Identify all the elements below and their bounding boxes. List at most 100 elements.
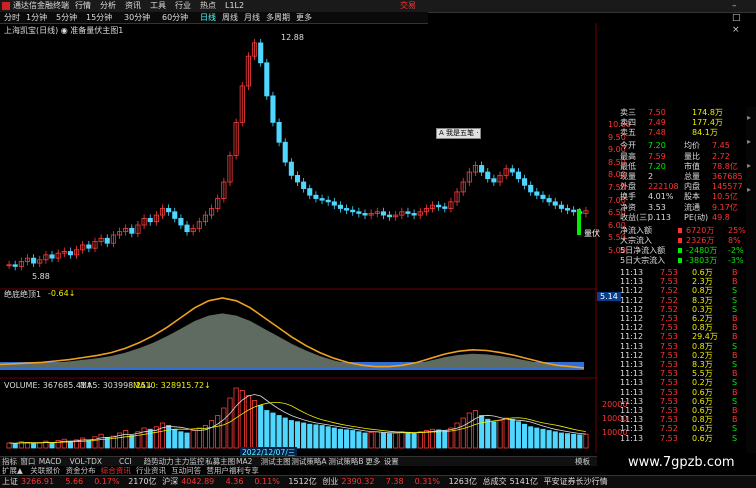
side-toolbar[interactable]: ▸ ▸ ▸ ▸ (746, 107, 756, 453)
volume-bar (528, 426, 534, 449)
period-tab[interactable]: 60分钟 (162, 12, 188, 23)
candle-body (294, 174, 301, 183)
volume-bar (356, 431, 362, 449)
quote-value: 0.113 (648, 212, 671, 222)
tick-volume: 0.6万 (692, 433, 713, 443)
side-arrow-icon[interactable]: ▸ (747, 161, 751, 170)
signal-label: 量伏 (584, 229, 600, 238)
menu-item[interactable]: 资讯 (125, 0, 141, 12)
volume-bar (301, 422, 307, 449)
volume-bar (98, 433, 104, 449)
volume-bar (411, 432, 417, 449)
volume-bar (522, 423, 528, 449)
fund-flow-row: 5日大宗流入 -3803万 -3% (620, 255, 745, 266)
candle-body (31, 257, 37, 264)
indicator-area (0, 313, 584, 368)
status-value: 2390.32 (341, 477, 375, 486)
status-value: 5.66 (65, 477, 84, 486)
candle-body (307, 188, 313, 196)
window-controls[interactable]: – □ × (732, 0, 756, 36)
candle-body (147, 218, 153, 223)
status-value: 1512亿 (288, 477, 317, 486)
volume-bar (147, 428, 153, 449)
candle-body (67, 251, 73, 256)
extension-tab[interactable]: 互动问答 (171, 466, 201, 475)
input-method-popup[interactable]: A 我是五笔 · (436, 128, 482, 139)
quote-value: 7.48 (648, 128, 666, 138)
extension-tab[interactable]: 扩展▲ (2, 466, 23, 475)
volume-bar (135, 431, 141, 449)
menu-item[interactable]: L1L2 (225, 0, 244, 12)
volume-bar (123, 430, 129, 449)
candle-body (344, 208, 350, 211)
volume-bar (558, 432, 564, 449)
volume-bar (417, 431, 423, 449)
volume-bar (503, 417, 509, 449)
extension-tab[interactable]: 行业资讯 (136, 466, 166, 475)
volume-bar (270, 412, 276, 449)
volume-bar (245, 395, 251, 449)
candle-body (288, 161, 294, 176)
status-label: 上证 (2, 477, 18, 486)
volume-bar (325, 426, 331, 449)
extension-tab[interactable]: 营用户福利专享 (206, 466, 259, 475)
candle-body (522, 178, 528, 186)
trade-button[interactable]: 交易 (400, 0, 416, 12)
period-tab[interactable]: 月线 (244, 12, 260, 23)
menu-item[interactable]: 热点 (200, 0, 216, 12)
side-arrow-icon[interactable]: ▸ (747, 137, 751, 146)
volume-bar (534, 427, 540, 449)
tick-flag: S (732, 433, 738, 443)
period-tab[interactable]: 日线 (200, 12, 216, 23)
candle-body (282, 141, 288, 163)
candle-body (166, 208, 172, 213)
menu-item[interactable]: 行业 (175, 0, 191, 12)
status-label: 总成交 (482, 477, 507, 486)
volume-bar (282, 417, 288, 449)
volume-bar (24, 441, 31, 449)
candle-body (313, 194, 319, 199)
menu-item[interactable]: 行情 (75, 0, 91, 12)
volume-bar (172, 428, 178, 449)
period-tab[interactable]: 1分钟 (26, 12, 47, 23)
volume-bar (313, 424, 319, 449)
side-arrow-icon[interactable]: ▸ (747, 113, 751, 122)
menu-item[interactable]: 分析 (100, 0, 116, 12)
period-tab[interactable]: 周线 (222, 12, 238, 23)
candle-body (258, 42, 264, 64)
volume-bar (264, 410, 270, 449)
candle-body (387, 214, 393, 218)
status-value: 0.11% (254, 477, 280, 486)
period-tab[interactable]: 更多 (296, 12, 312, 23)
candle-body (442, 206, 448, 209)
candle-body (546, 198, 552, 203)
volume-bar (258, 405, 264, 449)
volume-bar (564, 433, 571, 449)
period-tab[interactable]: 5分钟 (56, 12, 77, 23)
candle-body (380, 211, 386, 216)
menu-item[interactable]: 工具 (150, 0, 166, 12)
volume-bar (540, 428, 546, 449)
extension-tab[interactable]: 综合资讯 (101, 466, 131, 475)
volume-bar (159, 422, 166, 449)
period-tab[interactable]: 多周期 (266, 12, 290, 23)
period-tab[interactable]: 15分钟 (86, 12, 112, 23)
candle-body (129, 227, 135, 234)
candle-body (356, 211, 362, 214)
candle-body (558, 204, 564, 209)
candle-body (184, 224, 190, 233)
extension-tab[interactable]: 关联报价 (30, 466, 60, 475)
flow-percent: -3% (728, 256, 744, 265)
candle-body (479, 165, 485, 173)
extension-tab[interactable]: 资金分布 (66, 466, 96, 475)
volume-bar (442, 430, 448, 449)
volume-bar (374, 431, 380, 449)
quote-panel: 卖三 7.50 174.8万 卖四 7.49 177.4万 卖五 7.48 84.1万 今开 7.2… (620, 107, 746, 453)
period-tab[interactable]: 分时 (4, 12, 20, 23)
period-tab[interactable]: 30分钟 (124, 12, 150, 23)
side-arrow-icon[interactable]: ▸ (747, 185, 751, 194)
volume-bar (485, 418, 491, 449)
candle-body (49, 254, 55, 259)
flow-bar (678, 228, 682, 233)
volume-bar (337, 428, 344, 449)
